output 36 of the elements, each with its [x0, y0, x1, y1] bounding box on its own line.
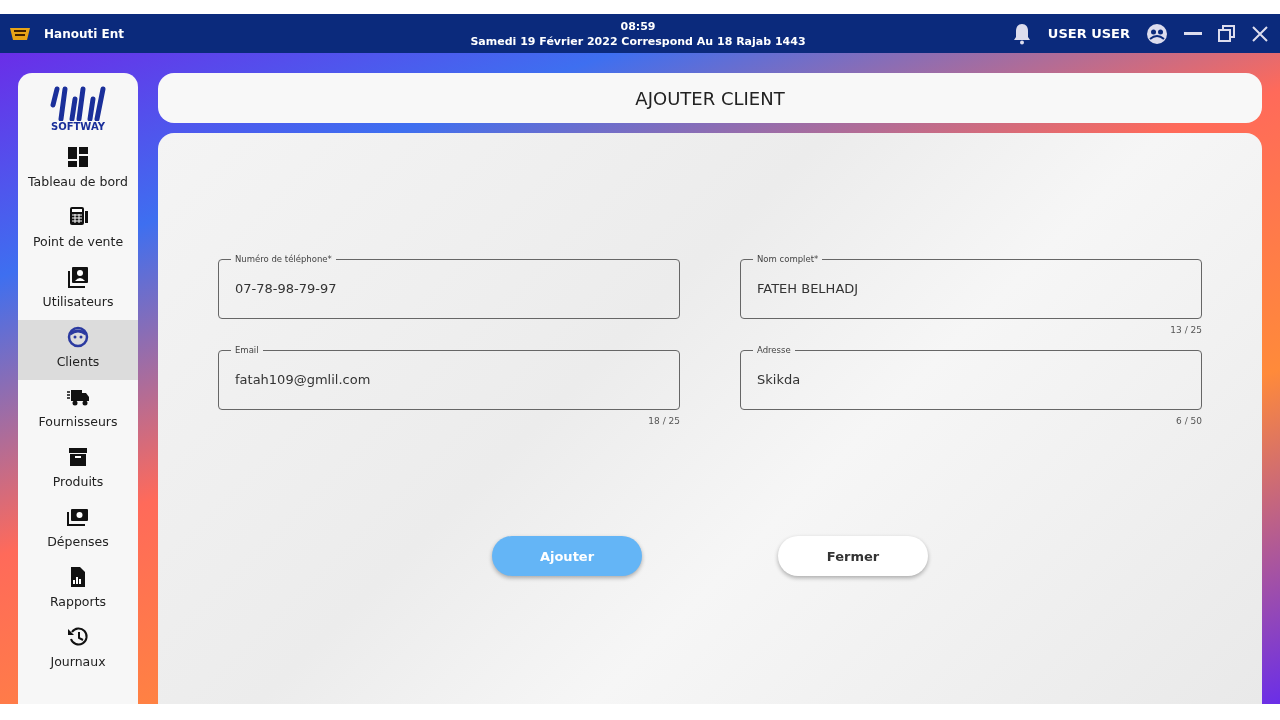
restore-icon[interactable]: [1218, 24, 1236, 43]
history-icon: [67, 626, 89, 648]
window-title: Hanouti Ent: [44, 26, 124, 41]
date-text: Samedi 19 Février 2022 Correspond Au 18 Rajab 1443: [470, 33, 806, 49]
sidebar-item[interactable]: Fournisseurs: [18, 380, 138, 440]
sidebar-item[interactable]: Point de vente: [18, 200, 138, 260]
input-field[interactable]: Adresse Skikda: [740, 345, 1202, 410]
character-counter: 18 / 25: [648, 416, 680, 426]
character-counter: 6 / 50: [1176, 416, 1202, 426]
sidebar-item[interactable]: Dépenses: [18, 500, 138, 560]
close-icon[interactable]: [1252, 25, 1268, 42]
sidebar-item[interactable]: Clients: [18, 320, 138, 380]
dashboard-icon: [67, 146, 89, 168]
input-field[interactable]: Numéro de téléphone* 07-78-98-79-97: [218, 254, 680, 319]
close-button[interactable]: Fermer: [778, 536, 928, 576]
sidebar-item[interactable]: Tableau de bord: [18, 140, 138, 200]
character-counter: 13 / 25: [1170, 325, 1202, 335]
face-icon: [67, 326, 89, 348]
input-field[interactable]: Nom complet* FATEH BELHADJ: [740, 254, 1202, 319]
logo-icon: [49, 85, 107, 121]
notification-bell-icon[interactable]: [1011, 22, 1032, 45]
contacts-icon: [67, 266, 89, 288]
sidebar-item[interactable]: Utilisateurs: [18, 260, 138, 320]
input-field[interactable]: Email fatah109@gmlil.com: [218, 345, 680, 410]
archive-box-icon: [67, 446, 89, 468]
logo-text: SOFTWAY: [51, 121, 105, 132]
banknote-icon: [67, 506, 89, 528]
sidebar-item[interactable]: Journaux: [18, 620, 138, 680]
user-name[interactable]: USER USER: [1047, 26, 1130, 41]
page-title: AJOUTER CLIENT: [635, 87, 785, 109]
minimize-icon[interactable]: [1184, 31, 1202, 36]
sidebar-item[interactable]: Produits: [18, 440, 138, 500]
clock-time: 08:59: [620, 18, 656, 34]
sidebar-item[interactable]: Rapports: [18, 560, 138, 620]
user-avatar-icon[interactable]: [1146, 22, 1168, 45]
calculator-icon: [67, 206, 89, 228]
